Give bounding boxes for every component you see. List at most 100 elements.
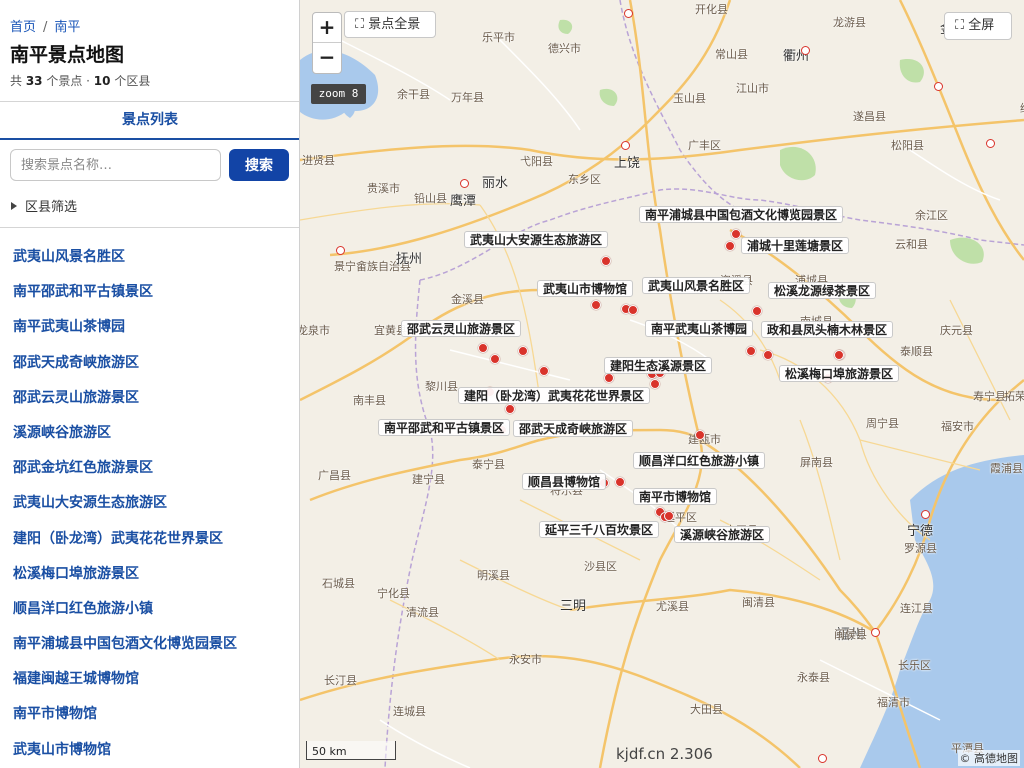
- spot-marker-icon[interactable]: [763, 350, 773, 360]
- breadcrumb-separator: /: [43, 20, 48, 35]
- map-place-name: 清流县: [406, 606, 439, 619]
- spot-marker-icon[interactable]: [505, 404, 515, 414]
- map-place-name: 广丰区: [688, 139, 721, 152]
- spot-label[interactable]: 松溪龙源绿茶景区: [768, 282, 877, 299]
- spot-label[interactable]: 松溪梅口埠旅游景区: [779, 365, 900, 382]
- spot-marker-icon[interactable]: [664, 511, 674, 521]
- map-place-name: 明溪县: [477, 569, 510, 582]
- spot-marker-icon[interactable]: [752, 306, 762, 316]
- map-place-name: 丽水: [482, 176, 509, 191]
- page-title: 南平景点地图: [10, 44, 125, 66]
- map-place-name: 闽清县: [742, 596, 775, 609]
- spot-label[interactable]: 延平三千八百坎景区: [539, 521, 660, 538]
- poi-list-item[interactable]: 武夷山市博物馆: [0, 733, 299, 768]
- map-place-name: 大田县: [690, 703, 723, 716]
- search-input[interactable]: [10, 149, 221, 181]
- spot-label[interactable]: 武夷山风景名胜区: [642, 277, 751, 294]
- city-dot-icon: [933, 81, 943, 91]
- spot-label[interactable]: 顺昌洋口红色旅游小镇: [633, 452, 766, 469]
- map-place-name: 周宁县: [866, 417, 899, 430]
- map-place-name: 龙泉市: [300, 324, 330, 337]
- map-place-name: 玉山县: [673, 92, 706, 105]
- spot-marker-icon[interactable]: [604, 373, 614, 383]
- map-place-name: 金溪县: [451, 293, 484, 306]
- spot-marker-icon[interactable]: [490, 354, 500, 364]
- overview-button[interactable]: ⛶ 景点全景: [344, 11, 436, 38]
- spot-label[interactable]: 南平邵武和平古镇景区: [378, 419, 511, 436]
- county-filter-label: 区县筛选: [25, 200, 78, 215]
- map-place-name: 上饶: [614, 156, 641, 171]
- spot-marker-icon[interactable]: [650, 379, 660, 389]
- city-dot-icon: [800, 45, 810, 55]
- spot-marker-icon[interactable]: [478, 343, 488, 353]
- map-place-name: 宁化县: [377, 587, 410, 600]
- poi-list-item[interactable]: 邵武天成奇峡旅游区: [0, 346, 299, 381]
- map-place-name: 尤溪县: [656, 600, 689, 613]
- map-place-name: 泰顺县: [900, 345, 933, 358]
- poi-list-item[interactable]: 溪源峡谷旅游区: [0, 416, 299, 451]
- spot-label[interactable]: 邵武天成奇峡旅游区: [513, 420, 634, 437]
- map-place-name: 德兴市: [548, 42, 581, 55]
- poi-list-item[interactable]: 邵武云灵山旅游景区: [0, 381, 299, 416]
- spot-label[interactable]: 南平浦城县中国包酒文化博览园景区: [639, 206, 844, 223]
- spot-label[interactable]: 顺昌县博物馆: [522, 473, 607, 490]
- spot-marker-icon[interactable]: [746, 346, 756, 356]
- spot-marker-icon[interactable]: [628, 305, 638, 315]
- triangle-right-icon: [11, 202, 17, 210]
- spot-label[interactable]: 南平市博物馆: [633, 488, 718, 505]
- spot-marker-icon[interactable]: [539, 366, 549, 376]
- spot-label[interactable]: 建阳（卧龙湾）武夷花花世界景区: [458, 387, 651, 404]
- map-place-name: 缙云: [1020, 100, 1024, 116]
- map-view[interactable]: 开化县龙游县金华乐平市德兴市常山县衢州武义县余干县万年县江山市玉山县遂昌县缙云上…: [300, 0, 1024, 768]
- spot-marker-icon[interactable]: [725, 241, 735, 251]
- map-place-name: 宁德: [907, 524, 934, 539]
- map-place-name: 闽侯县: [834, 628, 867, 641]
- poi-list-item[interactable]: 武夷山大安源生态旅游区: [0, 486, 299, 521]
- poi-list-item[interactable]: 武夷山风景名胜区: [0, 240, 299, 275]
- zoom-out-button[interactable]: −: [313, 43, 341, 73]
- city-dot-icon: [870, 627, 880, 637]
- county-filter-toggle[interactable]: 区县筛选: [11, 196, 77, 215]
- spot-marker-icon[interactable]: [615, 477, 625, 487]
- poi-list-item[interactable]: 顺昌洋口红色旅游小镇: [0, 592, 299, 627]
- spot-label[interactable]: 武夷山市博物馆: [537, 280, 634, 297]
- poi-list-item[interactable]: 福建闽越王城博物馆: [0, 662, 299, 697]
- poi-list-item[interactable]: 南平浦城县中国包酒文化博览园景区: [0, 627, 299, 662]
- fullscreen-icon: ⛶: [955, 18, 965, 33]
- city-dot-icon: [985, 138, 995, 148]
- spot-label[interactable]: 武夷山大安源生态旅游区: [464, 231, 609, 248]
- tab-poi-list[interactable]: 景点列表: [0, 102, 299, 140]
- map-place-name: 弋阳县: [520, 155, 553, 168]
- poi-list-item[interactable]: 南平邵武和平古镇景区: [0, 275, 299, 310]
- search-button[interactable]: 搜索: [229, 149, 289, 181]
- spot-marker-icon[interactable]: [601, 256, 611, 266]
- spot-marker-icon[interactable]: [518, 346, 528, 356]
- spot-label[interactable]: 南平武夷山茶博园: [645, 320, 754, 337]
- map-place-name: 东乡区: [568, 173, 601, 186]
- map-place-name: 罗源县: [904, 542, 937, 555]
- map-place-name: 永安市: [509, 653, 542, 666]
- fullscreen-button[interactable]: ⛶ 全屏: [944, 12, 1012, 40]
- zoom-in-button[interactable]: +: [313, 13, 341, 43]
- breadcrumb-home-link[interactable]: 首页: [10, 20, 36, 35]
- fullscreen-button-label: 全屏: [968, 18, 995, 33]
- poi-list-item[interactable]: 邵武金坑红色旅游景区: [0, 451, 299, 486]
- spot-label[interactable]: 邵武云灵山旅游景区: [401, 320, 522, 337]
- map-place-name: 龙游县: [833, 16, 866, 29]
- spot-label[interactable]: 溪源峡谷旅游区: [674, 526, 771, 543]
- poi-list-item[interactable]: 南平武夷山茶博园: [0, 310, 299, 345]
- spot-marker-icon[interactable]: [695, 430, 705, 440]
- spot-label[interactable]: 建阳生态溪源景区: [604, 357, 713, 374]
- city-dot-icon: [920, 509, 930, 519]
- map-place-name: 沙县区: [584, 560, 617, 573]
- poi-list-item[interactable]: 建阳（卧龙湾）武夷花花世界景区: [0, 522, 299, 557]
- spot-marker-icon[interactable]: [591, 300, 601, 310]
- spot-label[interactable]: 政和县凤头楠木林景区: [761, 321, 894, 338]
- breadcrumb-current-link[interactable]: 南平: [54, 20, 80, 35]
- poi-list-item[interactable]: 南平市博物馆: [0, 697, 299, 732]
- zoom-control: + −: [312, 12, 342, 74]
- spot-label[interactable]: 浦城十里莲塘景区: [741, 237, 850, 254]
- poi-list-item[interactable]: 松溪梅口埠旅游景区: [0, 557, 299, 592]
- spot-marker-icon[interactable]: [731, 229, 741, 239]
- spot-marker-icon[interactable]: [834, 350, 844, 360]
